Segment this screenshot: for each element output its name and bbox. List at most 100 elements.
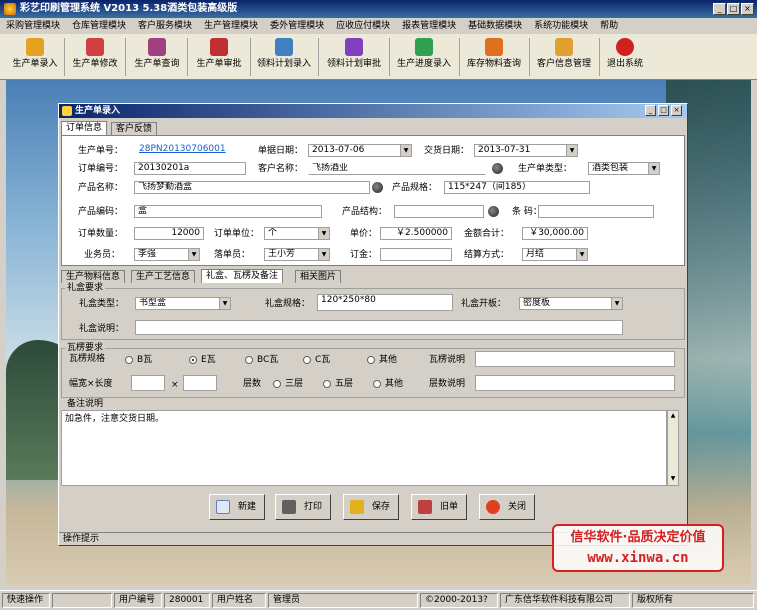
tab-customer-feedback[interactable]: 客户反馈: [111, 122, 158, 135]
times-sign: ×: [171, 380, 179, 390]
toolbar-separator: [318, 38, 319, 76]
toolbar-order-edit-button[interactable]: 生产单修改: [68, 36, 122, 78]
toolbar-material-plan-approve-button[interactable]: 领料计划审批: [322, 36, 386, 78]
close-button[interactable]: ×: [741, 3, 754, 15]
tab-related-images[interactable]: 相关图片: [295, 270, 342, 283]
salesperson-label: 业务员：: [84, 250, 121, 260]
customer-input[interactable]: 飞扬酒业: [308, 162, 486, 175]
app-title: 彩艺印刷管理系统 V2013 5.38酒类包装高级版: [20, 3, 238, 14]
menu-production[interactable]: 生产管理模块: [204, 18, 258, 34]
window-maximize-button[interactable]: □: [658, 105, 669, 116]
giftbox-type-select[interactable]: 书型盒 ▼: [135, 297, 231, 310]
order-no-input[interactable]: 20130201a: [134, 162, 246, 175]
giftbox-type-label: 礼盒类型：: [79, 299, 125, 309]
flute-spec-label: 瓦楞规格: [69, 354, 106, 364]
toolbar-exit-button[interactable]: 退出系统: [603, 36, 647, 78]
giftbox-group-title: 礼盒要求: [65, 283, 106, 293]
remarks-textarea[interactable]: 加急件，注意交货日期。: [61, 410, 667, 486]
toolbar-material-plan-entry-button[interactable]: 领料计划录入: [253, 36, 315, 78]
length-input[interactable]: [183, 375, 217, 391]
maximize-button[interactable]: □: [727, 3, 740, 15]
product-spec-input[interactable]: 115*247（间185）: [444, 181, 590, 194]
unit-price-input[interactable]: ￥2.500000: [380, 227, 452, 240]
amount-input[interactable]: ￥30,000.00: [522, 227, 588, 240]
menu-reports[interactable]: 报表管理模块: [402, 18, 456, 34]
flute-bc-radio[interactable]: [245, 356, 253, 364]
flute-other-radio[interactable]: [367, 356, 375, 364]
menu-base-data[interactable]: 基础数据模块: [468, 18, 522, 34]
deposit-input[interactable]: [380, 248, 452, 261]
search-box-icon: [148, 38, 166, 56]
toolbar-separator: [529, 38, 530, 76]
barcode-input[interactable]: [538, 205, 654, 218]
menu-help[interactable]: 帮助: [600, 18, 618, 34]
tab-giftbox-flute-remarks[interactable]: 礼盒、瓦楞及备注: [201, 269, 284, 283]
new-button[interactable]: 新建: [209, 494, 265, 520]
minimize-button[interactable]: _: [713, 3, 726, 15]
product-lookup-icon[interactable]: [372, 182, 383, 193]
structure-lookup-icon[interactable]: [488, 206, 499, 217]
layers-five-label: 五层: [335, 379, 354, 389]
toolbar-order-entry-button[interactable]: 生产单录入: [8, 36, 62, 78]
menu-outsourcing[interactable]: 委外管理模块: [270, 18, 324, 34]
toolbar-progress-entry-button[interactable]: 生产进度录入: [393, 36, 455, 78]
product-name-input[interactable]: 飞扬梦勤酒盒: [134, 181, 370, 194]
close-window-button[interactable]: 关闭: [479, 494, 535, 520]
quick-ops[interactable]: 快速操作: [2, 593, 50, 608]
remarks-scrollbar[interactable]: ▲ ▼: [667, 410, 679, 486]
order-unit-select[interactable]: 个 ▼: [264, 227, 330, 240]
scroll-up-icon[interactable]: ▲: [669, 412, 677, 420]
flute-e-radio[interactable]: [189, 356, 197, 364]
flute-desc-input[interactable]: [475, 351, 675, 367]
print-button[interactable]: 打印: [275, 494, 331, 520]
product-structure-input[interactable]: [394, 205, 484, 218]
delivery-date-picker[interactable]: 2013-07-31 ▼: [474, 144, 578, 157]
flute-desc-label: 瓦楞说明: [429, 355, 466, 365]
menu-warehouse[interactable]: 仓库管理模块: [72, 18, 126, 34]
blocks-icon: [345, 38, 363, 56]
old-order-button[interactable]: 旧单: [411, 494, 467, 520]
prod-no-field[interactable]: 28PN20130706001: [136, 144, 246, 157]
order-type-select[interactable]: 酒类包装 ▼: [588, 162, 660, 175]
flute-c-radio[interactable]: [303, 356, 311, 364]
app-title-bar: 彩艺印刷管理系统 V2013 5.38酒类包装高级版: [0, 0, 757, 18]
tab-order-info[interactable]: 订单信息: [61, 121, 108, 135]
save-button[interactable]: 保存: [343, 494, 399, 520]
flute-b-radio[interactable]: [125, 356, 133, 364]
drafter-select[interactable]: 王小芳 ▼: [264, 248, 330, 261]
menu-purchase[interactable]: 采购管理模块: [6, 18, 60, 34]
scroll-down-icon[interactable]: ▼: [669, 475, 677, 483]
chevron-down-icon: ▼: [611, 298, 622, 309]
toolbar-order-approve-button[interactable]: 生产单审批: [191, 36, 247, 78]
deposit-label: 订金：: [350, 250, 378, 260]
tab-process[interactable]: 生产工艺信息: [131, 270, 196, 283]
user-no-label: 用户编号: [114, 593, 162, 608]
order-qty-input[interactable]: 12000: [134, 227, 204, 240]
window-minimize-button[interactable]: _: [645, 105, 656, 116]
layers-desc-input[interactable]: [475, 375, 675, 391]
menu-payables[interactable]: 应收应付模块: [336, 18, 390, 34]
remarks-group-title: 备注说明: [65, 399, 106, 409]
toolbar-inventory-query-button[interactable]: 库存物料查询: [463, 36, 525, 78]
width-input[interactable]: [131, 375, 165, 391]
product-code-input[interactable]: 盒: [134, 205, 322, 218]
menu-system[interactable]: 系统功能模块: [534, 18, 588, 34]
layers-other-radio[interactable]: [373, 380, 381, 388]
settlement-select[interactable]: 月结 ▼: [522, 248, 588, 261]
salesperson-select[interactable]: 李强 ▼: [134, 248, 200, 261]
layers-three-label: 三层: [285, 379, 304, 389]
menu-customer-service[interactable]: 客户服务模块: [138, 18, 192, 34]
window-close-button[interactable]: ×: [671, 105, 682, 116]
new-doc-icon: [216, 500, 230, 514]
tab-materials[interactable]: 生产物料信息: [61, 270, 126, 283]
toolbar-customer-info-button[interactable]: 客户信息管理: [533, 36, 595, 78]
product-name-label: 产品名称：: [78, 183, 124, 193]
giftbox-open-select[interactable]: 密度板 ▼: [519, 297, 623, 310]
giftbox-desc-input[interactable]: [135, 320, 623, 335]
customer-lookup-icon[interactable]: [492, 163, 503, 174]
toolbar-order-query-button[interactable]: 生产单查询: [130, 36, 184, 78]
giftbox-spec-input[interactable]: 120*250*80: [317, 294, 453, 311]
doc-date-picker[interactable]: 2013-07-06 ▼: [308, 144, 412, 157]
layers-five-radio[interactable]: [323, 380, 331, 388]
layers-three-radio[interactable]: [273, 380, 281, 388]
